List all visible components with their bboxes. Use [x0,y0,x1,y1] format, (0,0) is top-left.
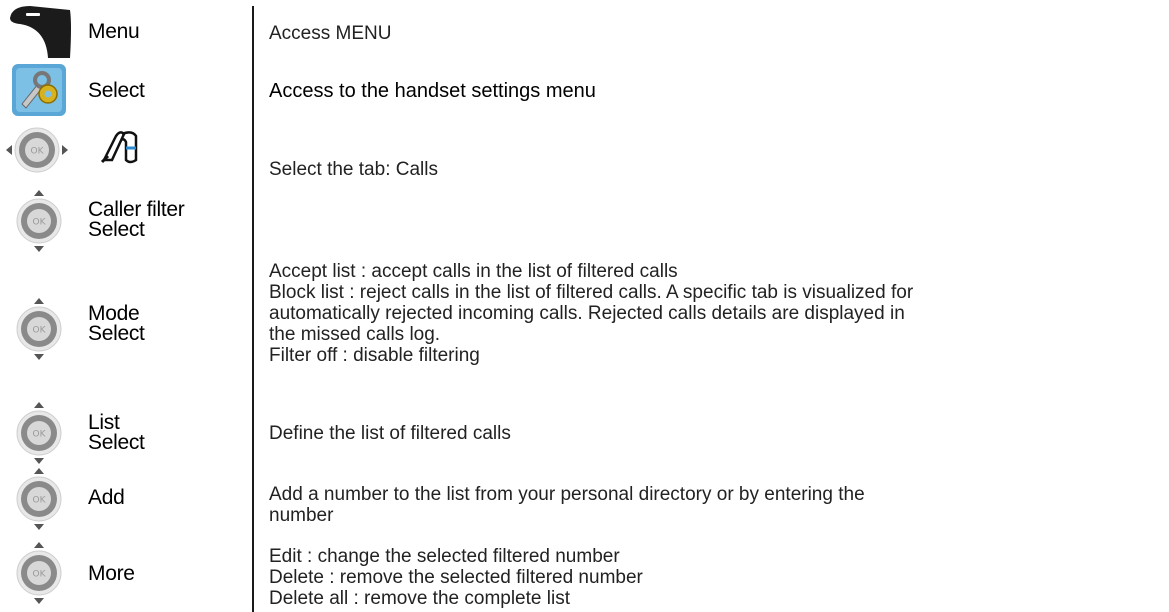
list-description: Define the list of filtered calls [269,423,511,444]
svg-text:OK: OK [33,496,47,506]
navigation-key-up-down-icon: OK [14,188,64,254]
step-select-settings: Select Access to the handset settings me… [0,62,1169,118]
svg-text:OK: OK [33,218,47,228]
more-label: More [88,562,135,585]
add-description: Add a number to the list from your perso… [269,484,865,526]
mode-label: Mode Select [88,302,145,345]
mode-description: Accept list : accept calls in the list o… [269,261,914,366]
list-label: List Select [88,411,145,454]
select-label: Select [88,79,145,102]
svg-text:OK: OK [33,570,47,580]
add-label: Add [88,486,125,509]
more-description: Edit : change the selected filtered numb… [269,546,643,609]
step-caller-filter: OK Caller filter Select [0,182,1169,258]
menu-description: Access MENU [269,23,392,44]
navigation-key-left-right-icon: OK [4,124,70,176]
settings-description: Access to the handset settings menu [269,80,596,102]
menu-label: Menu [88,20,140,43]
svg-text:OK: OK [31,147,45,157]
soft-key-icon [8,4,72,58]
step-menu: Menu Access MENU [0,0,1169,62]
select-tab-description: Select the tab: Calls [269,159,438,180]
navigation-key-up-down-icon: OK [14,540,64,606]
settings-wrench-gear-icon [12,64,66,116]
step-mode: OK Mode Select Accept list : accept call… [0,258,1169,398]
calls-tab-icon [98,126,142,168]
svg-text:OK: OK [33,326,47,336]
step-list: OK List Select Define the list of filter… [0,400,1169,464]
navigation-key-up-down-icon: OK [14,296,64,362]
navigation-key-up-down-icon: OK [14,466,64,532]
svg-text:OK: OK [33,430,47,440]
step-add: OK Add Add a number to the list from you… [0,464,1169,534]
navigation-key-up-down-icon: OK [14,400,64,466]
caller-filter-label: Caller filter Select [88,198,185,241]
step-select-tab: OK Select the tab: Calls [0,118,1169,180]
step-more: OK More Edit : change the selected filte… [0,534,1169,612]
